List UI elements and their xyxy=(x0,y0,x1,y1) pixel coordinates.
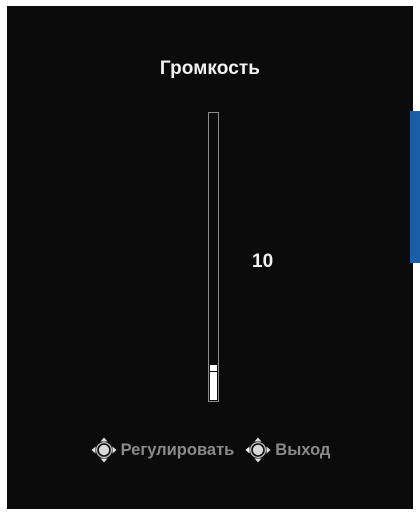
hint-adjust: Регулировать xyxy=(90,436,235,464)
volume-slider-notch xyxy=(210,371,217,372)
volume-value: 10 xyxy=(252,251,274,272)
control-hints: Регулировать Выход xyxy=(7,436,413,464)
side-accent-bar xyxy=(410,111,420,263)
hint-exit: Выход xyxy=(244,436,330,464)
hint-exit-label: Выход xyxy=(275,440,331,459)
volume-slider[interactable] xyxy=(208,112,219,402)
joystick-exit-icon xyxy=(244,436,272,464)
hint-adjust-label: Регулировать xyxy=(120,440,235,459)
volume-title: Громкость xyxy=(159,58,261,79)
osd-panel: Громкость 10 Регулировать Выход xyxy=(7,6,420,509)
joystick-adjust-icon xyxy=(90,436,118,464)
